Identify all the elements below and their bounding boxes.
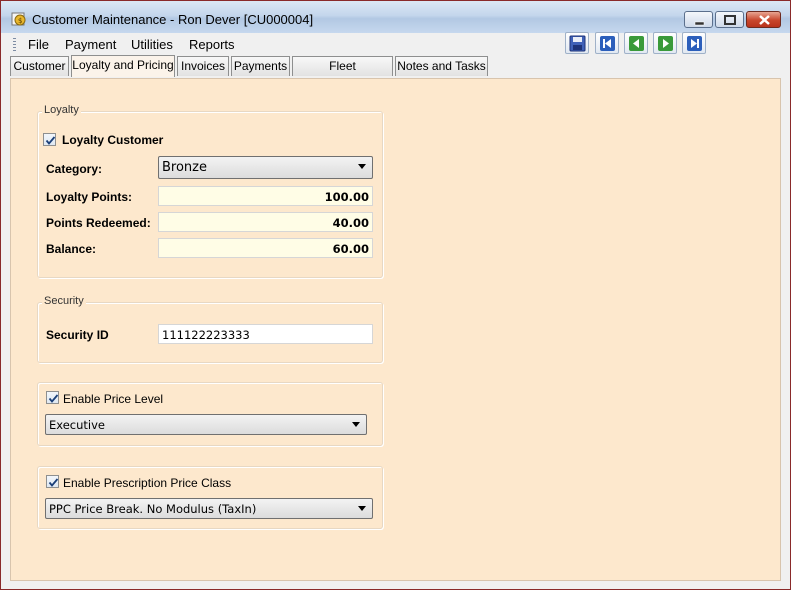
chevron-down-icon [358,164,366,169]
loyalty-customer-checkbox[interactable] [43,133,56,146]
enable-prescription-price-class-label: Enable Prescription Price Class [63,476,232,490]
window-title: Customer Maintenance - Ron Dever [CU0000… [32,12,314,27]
checkmark-icon [48,394,59,403]
previous-record-button[interactable] [624,32,648,54]
next-record-icon [658,36,673,51]
tab-loyalty-and-pricing[interactable]: Loyalty and Pricing [71,55,175,77]
restore-icon [724,15,736,25]
price-level-dropdown[interactable]: Executive [45,414,367,435]
menu-payment[interactable]: Payment [65,37,116,52]
menu-reports[interactable]: Reports [189,37,235,52]
last-record-icon [687,36,702,51]
previous-record-icon [629,36,644,51]
restore-button[interactable] [715,11,744,28]
category-label: Category: [46,162,103,176]
points-redeemed-label: Points Redeemed: [46,216,151,230]
save-button[interactable] [565,32,589,54]
prescription-price-class-dropdown[interactable]: PPC Price Break. No Modulus (TaxIn) [45,498,373,519]
last-record-button[interactable] [682,32,706,54]
chevron-down-icon [352,422,360,427]
title-bar[interactable]: $ Customer Maintenance - Ron Dever [CU00… [1,1,790,33]
minimize-button[interactable] [684,11,713,28]
prescription-price-class-value: PPC Price Break. No Modulus (TaxIn) [49,502,257,516]
tab-customer[interactable]: Customer [10,56,69,76]
customer-maintenance-window: $ Customer Maintenance - Ron Dever [CU00… [0,0,791,590]
app-icon: $ [11,12,26,26]
points-redeemed-field[interactable]: 40.00 [158,212,373,232]
menu-utilities[interactable]: Utilities [131,37,173,52]
loyalty-pricing-panel: Loyalty Loyalty Customer Category: Bronz… [10,78,781,581]
close-button[interactable] [746,11,781,28]
balance-label: Balance: [46,242,97,256]
security-id-label: Security ID [46,328,109,342]
tab-bar: Customer Loyalty and Pricing Invoices Pa… [1,55,790,92]
checkmark-icon [45,136,56,145]
save-icon [569,35,586,52]
menu-grip-icon[interactable] [13,38,16,51]
enable-prescription-price-class-checkbox[interactable] [46,475,59,488]
price-level-value: Executive [49,418,105,432]
tab-notes-and-tasks[interactable]: Notes and Tasks [395,56,488,76]
first-record-icon [600,36,615,51]
minimize-icon [694,21,705,26]
close-icon [759,15,770,25]
loyalty-customer-label: Loyalty Customer [62,133,164,147]
first-record-button[interactable] [595,32,619,54]
checkmark-icon [48,478,59,487]
category-value: Bronze [162,160,207,175]
chevron-down-icon [358,506,366,511]
security-id-field[interactable]: 111122223333 [158,324,373,344]
tab-payments[interactable]: Payments [231,56,290,76]
tab-invoices[interactable]: Invoices [177,56,229,76]
enable-price-level-label: Enable Price Level [63,392,164,406]
loyalty-points-label: Loyalty Points: [46,190,133,204]
loyalty-legend: Loyalty [42,104,81,116]
security-legend: Security [42,295,86,307]
category-dropdown[interactable]: Bronze [158,156,373,179]
tab-fleet-management[interactable]: Fleet Management [292,56,393,92]
svg-text:$: $ [18,17,22,25]
balance-field[interactable]: 60.00 [158,238,373,258]
loyalty-points-field[interactable]: 100.00 [158,186,373,206]
menu-file[interactable]: File [28,37,49,52]
enable-price-level-checkbox[interactable] [46,391,59,404]
next-record-button[interactable] [653,32,677,54]
